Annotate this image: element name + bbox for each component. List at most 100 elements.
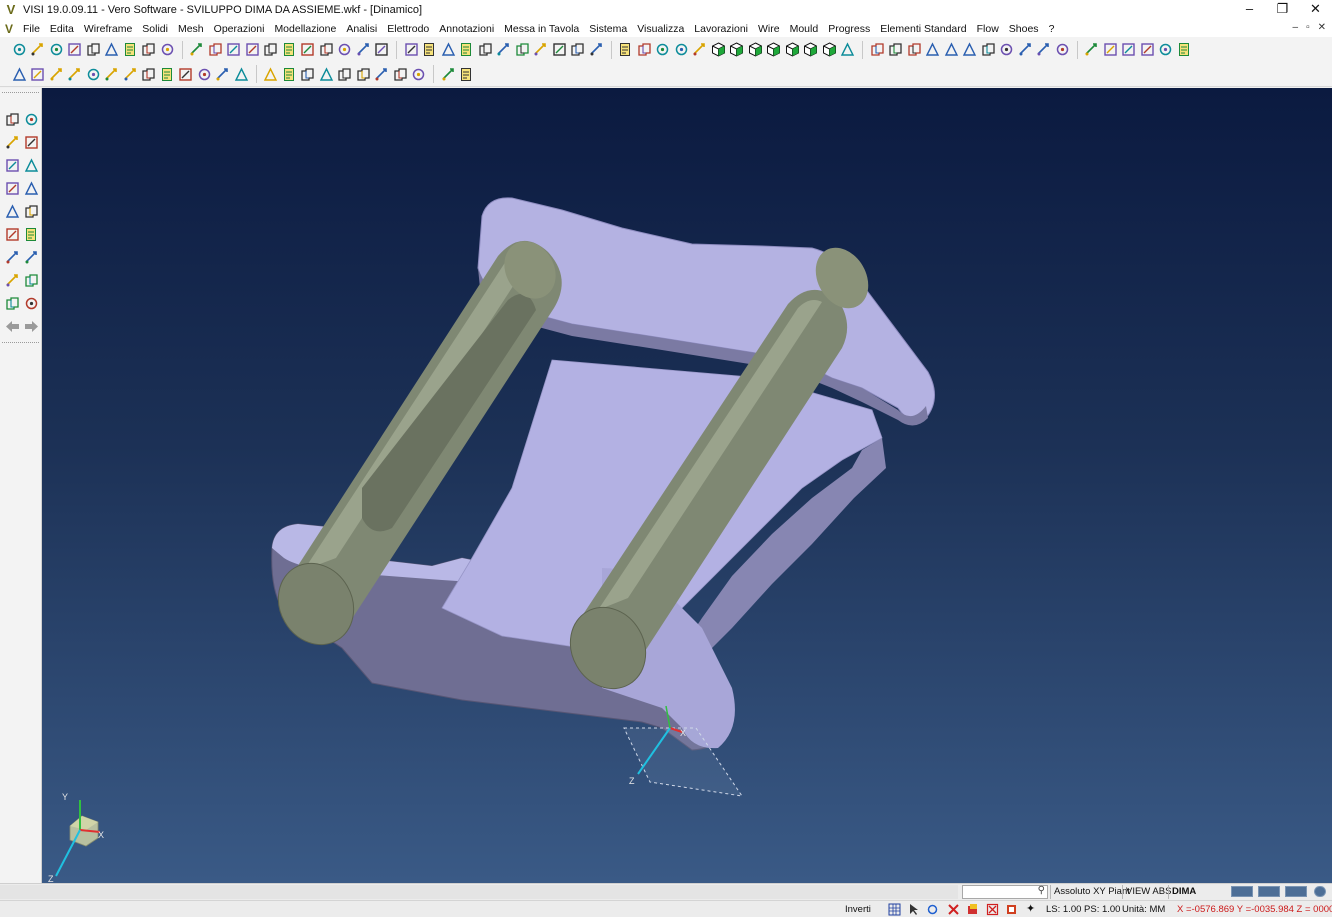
app-menu-icon[interactable]: V <box>0 22 18 36</box>
surface-icon[interactable] <box>23 203 40 220</box>
tool-icon[interactable] <box>1138 41 1156 59</box>
new-file-icon[interactable] <box>10 41 28 59</box>
axis-icon[interactable] <box>1157 41 1175 59</box>
chamfer-icon[interactable] <box>299 41 317 59</box>
filter-icon[interactable] <box>1005 903 1018 916</box>
break-icon[interactable] <box>317 41 335 59</box>
menu-analisi[interactable]: Analisi <box>341 23 382 35</box>
import-icon[interactable] <box>47 41 65 59</box>
menu-help[interactable]: ? <box>1044 23 1060 35</box>
rotate-solid-icon[interactable] <box>4 111 21 128</box>
folder-icon[interactable] <box>868 41 886 59</box>
key-icon[interactable] <box>232 65 250 83</box>
offset-icon[interactable] <box>336 41 354 59</box>
zoom-icon[interactable] <box>421 41 439 59</box>
save-all-icon[interactable] <box>84 41 102 59</box>
mdi-close-button[interactable]: ✕ <box>1318 22 1326 33</box>
circle-slash-icon[interactable] <box>513 41 531 59</box>
triangle-icon[interactable] <box>47 65 65 83</box>
grid-snap-icon[interactable] <box>888 903 901 916</box>
menu-file[interactable]: File <box>18 23 45 35</box>
close-button[interactable]: ✕ <box>1299 0 1332 20</box>
hook-icon[interactable] <box>195 65 213 83</box>
rectangle-icon[interactable] <box>10 65 28 83</box>
menu-progress[interactable]: Progress <box>823 23 875 35</box>
bracket-h-icon[interactable] <box>23 249 40 266</box>
zoom-all-icon[interactable] <box>476 41 494 59</box>
search-input[interactable]: ⚲ <box>962 885 1048 899</box>
zoom-window-icon[interactable] <box>495 41 513 59</box>
layer-field[interactable]: DIMA <box>1168 885 1199 899</box>
wave-icon[interactable] <box>121 65 139 83</box>
mdi-minimize-button[interactable]: – <box>1293 22 1299 33</box>
cut-icon[interactable] <box>158 65 176 83</box>
menu-annotazioni[interactable]: Annotazioni <box>434 23 499 35</box>
arrow-tool-icon[interactable] <box>299 65 317 83</box>
mug-icon[interactable] <box>4 272 21 289</box>
color-icon[interactable] <box>635 41 653 59</box>
angle-icon[interactable] <box>225 41 243 59</box>
anchor-icon[interactable] <box>410 65 428 83</box>
menu-wireframe[interactable]: Wireframe <box>79 23 137 35</box>
minimize-button[interactable]: – <box>1233 0 1266 20</box>
rotate-view-icon[interactable] <box>550 41 568 59</box>
angle-tool-icon[interactable] <box>280 65 298 83</box>
wrench-icon[interactable] <box>1175 41 1193 59</box>
cube-side-icon[interactable] <box>765 41 783 59</box>
polyline-icon[interactable] <box>262 41 280 59</box>
stack-tool-icon[interactable] <box>4 295 21 312</box>
globe-status-icon[interactable] <box>1314 886 1326 897</box>
view-plane-field[interactable]: Assoluto XY Piant <box>1050 885 1133 899</box>
transform-icon[interactable] <box>373 41 391 59</box>
help-small-icon[interactable] <box>4 249 21 266</box>
sheet-icon[interactable] <box>942 41 960 59</box>
route-icon[interactable] <box>1120 41 1138 59</box>
block-icon[interactable] <box>23 226 40 243</box>
zoom-in-icon[interactable] <box>439 41 457 59</box>
trim-icon[interactable] <box>188 41 206 59</box>
line-icon[interactable] <box>243 41 261 59</box>
redo-icon[interactable] <box>458 65 476 83</box>
menu-shoes[interactable]: Shoes <box>1004 23 1044 35</box>
align-icon[interactable] <box>391 65 409 83</box>
stack-icon[interactable] <box>103 65 121 83</box>
project-icon[interactable] <box>354 41 372 59</box>
globe-icon[interactable] <box>140 41 158 59</box>
frame-icon[interactable] <box>140 65 158 83</box>
cursor-icon[interactable] <box>907 903 920 916</box>
center-icon[interactable] <box>587 41 605 59</box>
cube-bottom-icon[interactable] <box>802 41 820 59</box>
fillet-icon[interactable] <box>280 41 298 59</box>
menu-operazioni[interactable]: Operazioni <box>209 23 270 35</box>
tray-icon[interactable] <box>177 65 195 83</box>
view-switch-2[interactable] <box>1258 886 1280 897</box>
menu-messa-in-tavola[interactable]: Messa in Tavola <box>499 23 584 35</box>
cube-solid-icon[interactable] <box>820 41 838 59</box>
menu-elettrodo[interactable]: Elettrodo <box>382 23 434 35</box>
cube-front-icon[interactable] <box>746 41 764 59</box>
fit-icon[interactable] <box>839 41 857 59</box>
part-icon[interactable] <box>905 41 923 59</box>
zoom-out-icon[interactable] <box>458 41 476 59</box>
sheet-yellow-icon[interactable] <box>23 157 40 174</box>
menu-modellazione[interactable]: Modellazione <box>269 23 341 35</box>
blend-icon[interactable] <box>4 157 21 174</box>
copy-icon[interactable] <box>103 41 121 59</box>
menu-edita[interactable]: Edita <box>45 23 79 35</box>
circle-arrow-icon[interactable] <box>317 65 335 83</box>
bracket-icon[interactable] <box>66 65 84 83</box>
swap-icon[interactable] <box>4 180 21 197</box>
help-icon[interactable] <box>1083 41 1101 59</box>
attach-icon[interactable] <box>1101 41 1119 59</box>
undo-small-icon[interactable] <box>23 272 40 289</box>
arrow-right-icon[interactable] <box>23 318 40 335</box>
sweep-icon[interactable] <box>23 180 40 197</box>
square-icon[interactable] <box>979 41 997 59</box>
list-icon[interactable] <box>84 65 102 83</box>
page-icon[interactable] <box>961 41 979 59</box>
cube-top-icon[interactable] <box>728 41 746 59</box>
restore-button[interactable]: ❐ <box>1266 0 1299 20</box>
curve-icon[interactable] <box>206 41 224 59</box>
cube-iso-icon[interactable] <box>709 41 727 59</box>
corner-icon[interactable] <box>29 65 47 83</box>
